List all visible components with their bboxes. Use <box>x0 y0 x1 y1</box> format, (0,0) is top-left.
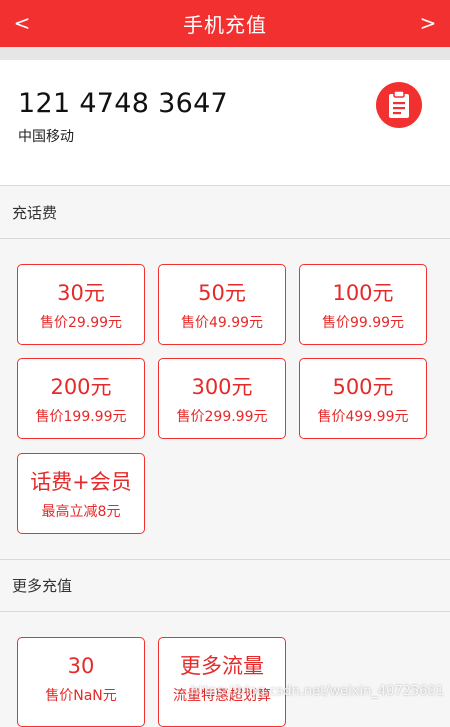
tile-price: 售价29.99元 <box>18 313 144 333</box>
tile-price: 售价299.99元 <box>159 407 285 427</box>
tile-price: 售价499.99元 <box>300 407 426 427</box>
topup-tile-30[interactable]: 30元 售价29.99元 <box>17 264 145 345</box>
tile-price: 售价99.99元 <box>300 313 426 333</box>
tile-amount: 500元 <box>300 374 426 400</box>
tile-price: 售价49.99元 <box>159 313 285 333</box>
section-title-more: 更多充值 <box>0 560 450 612</box>
topup-tile-300[interactable]: 300元 售价299.99元 <box>158 358 286 439</box>
topup-grid: 30元 售价29.99元 50元 售价49.99元 100元 售价99.99元 … <box>0 239 450 559</box>
watermark: https://blog.csdn.net/weixin_40725601 <box>190 684 444 699</box>
topup-tile-bundle[interactable]: 话费+会员 最高立减8元 <box>17 453 145 534</box>
tile-price: 售价199.99元 <box>18 407 144 427</box>
tile-price: 售价NaN元 <box>18 686 144 706</box>
tile-amount: 话费+会员 <box>18 469 144 495</box>
more-tile-30[interactable]: 30 售价NaN元 <box>17 637 145 727</box>
tile-amount: 50元 <box>159 280 285 306</box>
tile-amount: 200元 <box>18 374 144 400</box>
tile-amount: 30 <box>18 653 144 679</box>
topup-tile-500[interactable]: 500元 售价499.99元 <box>299 358 427 439</box>
phone-number[interactable]: 121 4748 3647 <box>18 88 228 119</box>
tile-amount: 300元 <box>159 374 285 400</box>
carrier-label: 中国移动 <box>18 126 74 146</box>
tile-amount: 100元 <box>300 280 426 306</box>
phone-card: 121 4748 3647 中国移动 <box>0 60 450 186</box>
back-button[interactable]: < <box>0 0 44 47</box>
forward-button[interactable]: > <box>406 0 450 47</box>
section-title-topup: 充话费 <box>0 187 450 239</box>
app-header: < 手机充值 > <box>0 0 450 47</box>
header-spacer <box>0 47 450 60</box>
topup-tile-50[interactable]: 50元 售价49.99元 <box>158 264 286 345</box>
tile-price: 最高立减8元 <box>18 502 144 522</box>
topup-tile-100[interactable]: 100元 售价99.99元 <box>299 264 427 345</box>
topup-tile-200[interactable]: 200元 售价199.99元 <box>17 358 145 439</box>
clipboard-icon <box>386 90 412 120</box>
tile-amount: 更多流量 <box>159 653 285 679</box>
more-tile-data[interactable]: 更多流量 流量特惠超划算 <box>158 637 286 727</box>
contacts-button[interactable] <box>376 82 422 128</box>
page-title: 手机充值 <box>183 9 267 38</box>
tile-amount: 30元 <box>18 280 144 306</box>
